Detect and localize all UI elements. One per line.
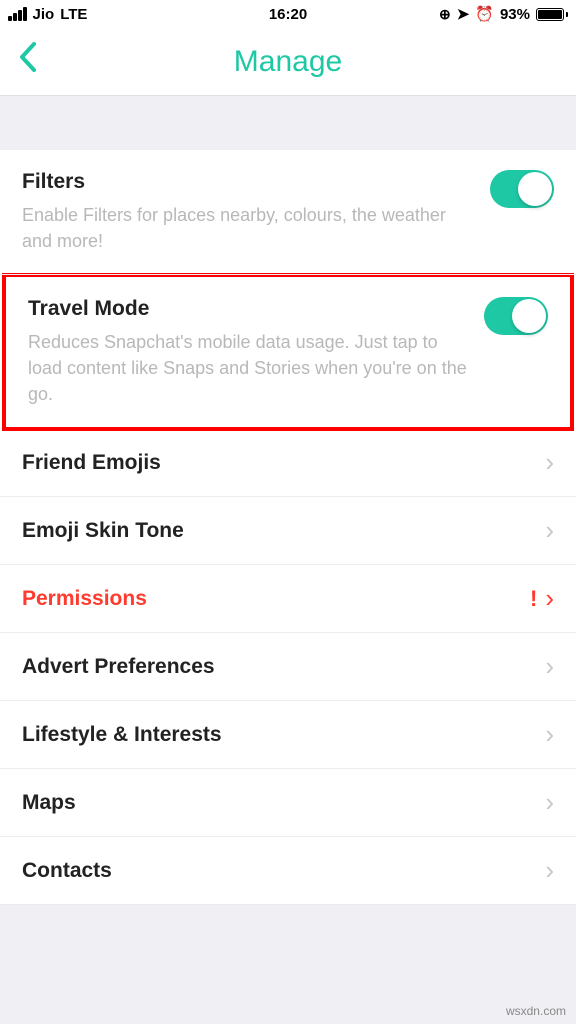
settings-list: Filters Enable Filters for places nearby… xyxy=(0,150,576,905)
advert-preferences-row[interactable]: Advert Preferences › xyxy=(0,633,576,701)
battery-percent: 93% xyxy=(500,6,530,23)
friend-emojis-row[interactable]: Friend Emojis › xyxy=(0,429,576,497)
chevron-left-icon xyxy=(18,42,36,72)
status-bar: Jio LTE 16:20 ⊕ ➤ ⏰ 93% xyxy=(0,0,576,28)
emoji-skin-tone-row[interactable]: Emoji Skin Tone › xyxy=(0,497,576,565)
friend-emojis-title: Friend Emojis xyxy=(22,451,161,475)
alarm-icon: ⏰ xyxy=(475,5,494,23)
bottom-spacer xyxy=(0,905,576,985)
permissions-row[interactable]: Permissions ! › xyxy=(0,565,576,633)
chevron-right-icon: › xyxy=(545,583,554,614)
battery-icon xyxy=(536,8,568,21)
travel-mode-desc: Reduces Snapchat's mobile data usage. Ju… xyxy=(28,329,468,407)
back-button[interactable] xyxy=(18,42,36,81)
status-right: ⊕ ➤ ⏰ 93% xyxy=(439,5,568,23)
filters-toggle[interactable] xyxy=(490,170,554,208)
travel-mode-title: Travel Mode xyxy=(28,297,468,321)
travel-mode-row[interactable]: Travel Mode Reduces Snapchat's mobile da… xyxy=(6,277,570,427)
lifestyle-interests-title: Lifestyle & Interests xyxy=(22,723,222,747)
chevron-right-icon: › xyxy=(545,447,554,478)
location-icon: ➤ xyxy=(457,5,470,23)
section-spacer xyxy=(0,96,576,150)
chevron-right-icon: › xyxy=(545,651,554,682)
watermark: wsxdn.com xyxy=(506,1004,566,1018)
orientation-lock-icon: ⊕ xyxy=(439,6,451,23)
filters-row[interactable]: Filters Enable Filters for places nearby… xyxy=(0,150,576,275)
contacts-title: Contacts xyxy=(22,859,112,883)
carrier-label: Jio xyxy=(33,6,55,23)
maps-row[interactable]: Maps › xyxy=(0,769,576,837)
advert-preferences-title: Advert Preferences xyxy=(22,655,215,679)
chevron-right-icon: › xyxy=(545,855,554,886)
permissions-title: Permissions xyxy=(22,587,147,611)
chevron-right-icon: › xyxy=(545,515,554,546)
signal-icon xyxy=(8,7,27,21)
chevron-right-icon: › xyxy=(545,719,554,750)
status-time: 16:20 xyxy=(269,6,307,23)
status-left: Jio LTE xyxy=(8,6,87,23)
nav-bar: Manage xyxy=(0,28,576,96)
network-label: LTE xyxy=(60,6,87,23)
filters-title: Filters xyxy=(22,170,474,194)
emoji-skin-tone-title: Emoji Skin Tone xyxy=(22,519,184,543)
filters-desc: Enable Filters for places nearby, colour… xyxy=(22,202,474,254)
travel-mode-toggle[interactable] xyxy=(484,297,548,335)
alert-icon: ! xyxy=(530,586,537,612)
chevron-right-icon: › xyxy=(545,787,554,818)
contacts-row[interactable]: Contacts › xyxy=(0,837,576,905)
highlight-annotation: Travel Mode Reduces Snapchat's mobile da… xyxy=(2,273,574,431)
page-title: Manage xyxy=(0,45,576,79)
lifestyle-interests-row[interactable]: Lifestyle & Interests › xyxy=(0,701,576,769)
maps-title: Maps xyxy=(22,791,76,815)
